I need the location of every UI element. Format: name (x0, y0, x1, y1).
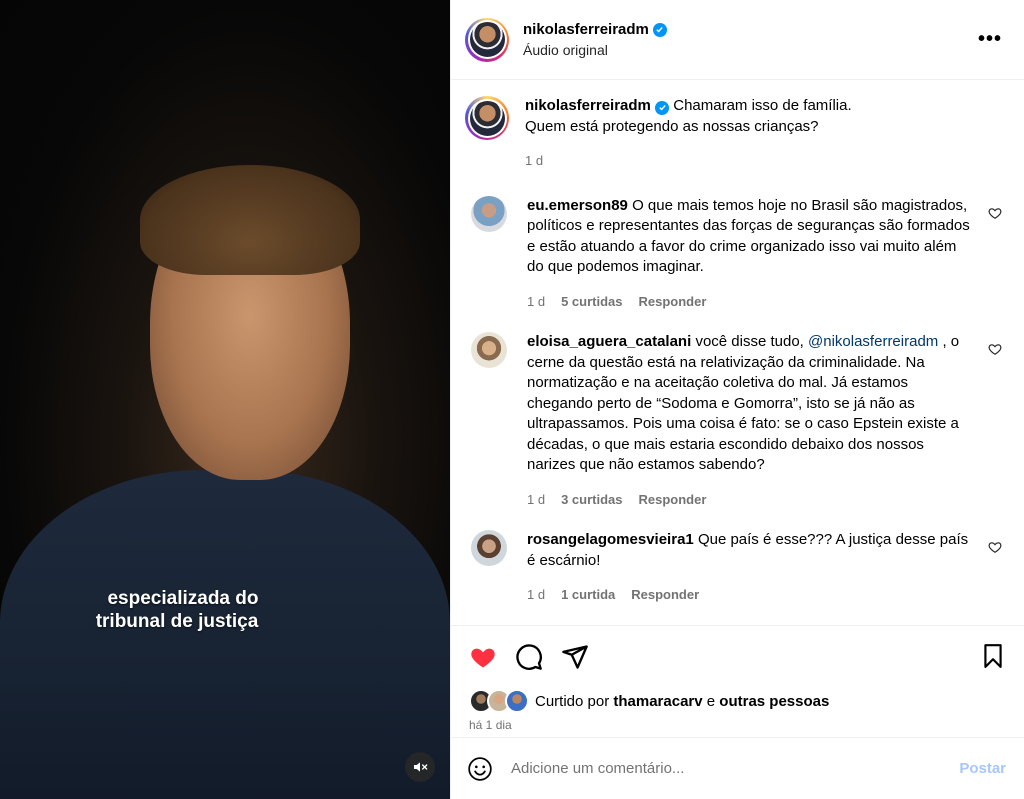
like-comment-heart-icon[interactable] (988, 342, 1002, 356)
speaker-muted-icon (414, 762, 428, 772)
liker-avatars[interactable] (469, 689, 529, 713)
liked-by-others[interactable]: outras pessoas (719, 693, 829, 710)
post-header: nikolasferreiradm Áudio original ••• (451, 0, 1024, 80)
comment-bubble-icon (516, 643, 542, 670)
comment-time[interactable]: 1 d (527, 490, 545, 511)
comment-likes[interactable]: 1 curtida (561, 585, 615, 606)
mute-button[interactable] (405, 752, 435, 782)
comment-item: eu.emerson89 O que mais temos hoje no Br… (465, 195, 1010, 313)
reply-button[interactable]: Responder (639, 490, 707, 511)
like-button[interactable] (469, 643, 497, 671)
emoji-icon[interactable] (467, 756, 493, 782)
heart-filled-icon (471, 648, 495, 667)
liked-by-user[interactable]: thamaracarv (613, 693, 702, 710)
commenter-avatar[interactable] (471, 332, 507, 368)
audio-label[interactable]: Áudio original (523, 42, 667, 58)
verified-badge-icon (652, 22, 667, 37)
post-age[interactable]: há 1 dia (451, 715, 1024, 737)
comments-list[interactable]: nikolasferreiradm Chamaram isso de famíl… (451, 80, 1024, 625)
verified-badge-icon (655, 100, 670, 115)
author-avatar[interactable] (465, 17, 509, 62)
comment-likes[interactable]: 3 curtidas (561, 490, 622, 511)
caption-text-line2: Quem está protegendo as nossas crianças? (525, 117, 819, 135)
commenter-avatar[interactable] (471, 530, 507, 566)
mention-link[interactable]: @nikolasferreiradm (808, 333, 938, 350)
post-comment-button[interactable]: Postar (959, 760, 1006, 777)
caption-avatar[interactable] (465, 96, 509, 140)
liked-by-row: Curtido por thamaracarv e outras pessoas (451, 687, 1024, 715)
comment-input[interactable] (509, 759, 933, 778)
video-frame-hair (140, 165, 360, 275)
comment-likes[interactable]: 5 curtidas (561, 292, 622, 313)
more-options-icon[interactable]: ••• (978, 28, 1002, 51)
like-comment-heart-icon[interactable] (988, 206, 1002, 220)
comment-text-after: , o cerne da questão está na relativizaç… (527, 333, 960, 473)
comment-button[interactable] (515, 643, 543, 671)
post-dialog: especializada do tribunal de justiça nik… (0, 0, 1024, 799)
post-actions (451, 625, 1024, 687)
comment-username[interactable]: eu.emerson89 (527, 197, 628, 214)
liked-by-conj: e (706, 692, 716, 710)
reply-button[interactable]: Responder (631, 585, 699, 606)
comment-item: rosangelagomesvieira1 Que país é esse???… (465, 530, 1010, 606)
liked-by-prefix: Curtido por (535, 692, 610, 710)
commenter-avatar[interactable] (471, 195, 507, 232)
share-button[interactable] (561, 643, 589, 671)
comment-time[interactable]: 1 d (527, 292, 545, 313)
comment-username[interactable]: eloisa_aguera_catalani (527, 333, 691, 350)
bookmark-icon (984, 644, 1002, 668)
like-comment-heart-icon[interactable] (988, 540, 1002, 554)
video-player[interactable]: especializada do tribunal de justiça (0, 0, 450, 799)
paper-plane-icon (562, 644, 588, 669)
save-button[interactable] (980, 643, 1006, 674)
add-comment-bar: Postar (451, 737, 1024, 799)
post-caption: nikolasferreiradm Chamaram isso de famíl… (465, 96, 1010, 172)
video-frame-shirt (0, 470, 450, 799)
caption-username[interactable]: nikolasferreiradm (525, 97, 651, 114)
comment-item: eloisa_aguera_catalani você disse tudo, … (465, 332, 1010, 510)
video-caption-line2: tribunal de justiça (95, 611, 259, 632)
comment-time[interactable]: 1 d (527, 585, 545, 606)
video-caption-line1: especializada do (107, 588, 259, 609)
comment-username[interactable]: rosangelagomesvieira1 (527, 531, 694, 548)
caption-time[interactable]: 1 d (525, 151, 543, 172)
caption-text-line1: Chamaram isso de família. (673, 97, 852, 114)
post-sidebar: nikolasferreiradm Áudio original ••• nik… (450, 0, 1024, 799)
author-username[interactable]: nikolasferreiradm (523, 21, 649, 38)
comment-text-before: você disse tudo, (695, 333, 809, 350)
reply-button[interactable]: Responder (639, 292, 707, 313)
